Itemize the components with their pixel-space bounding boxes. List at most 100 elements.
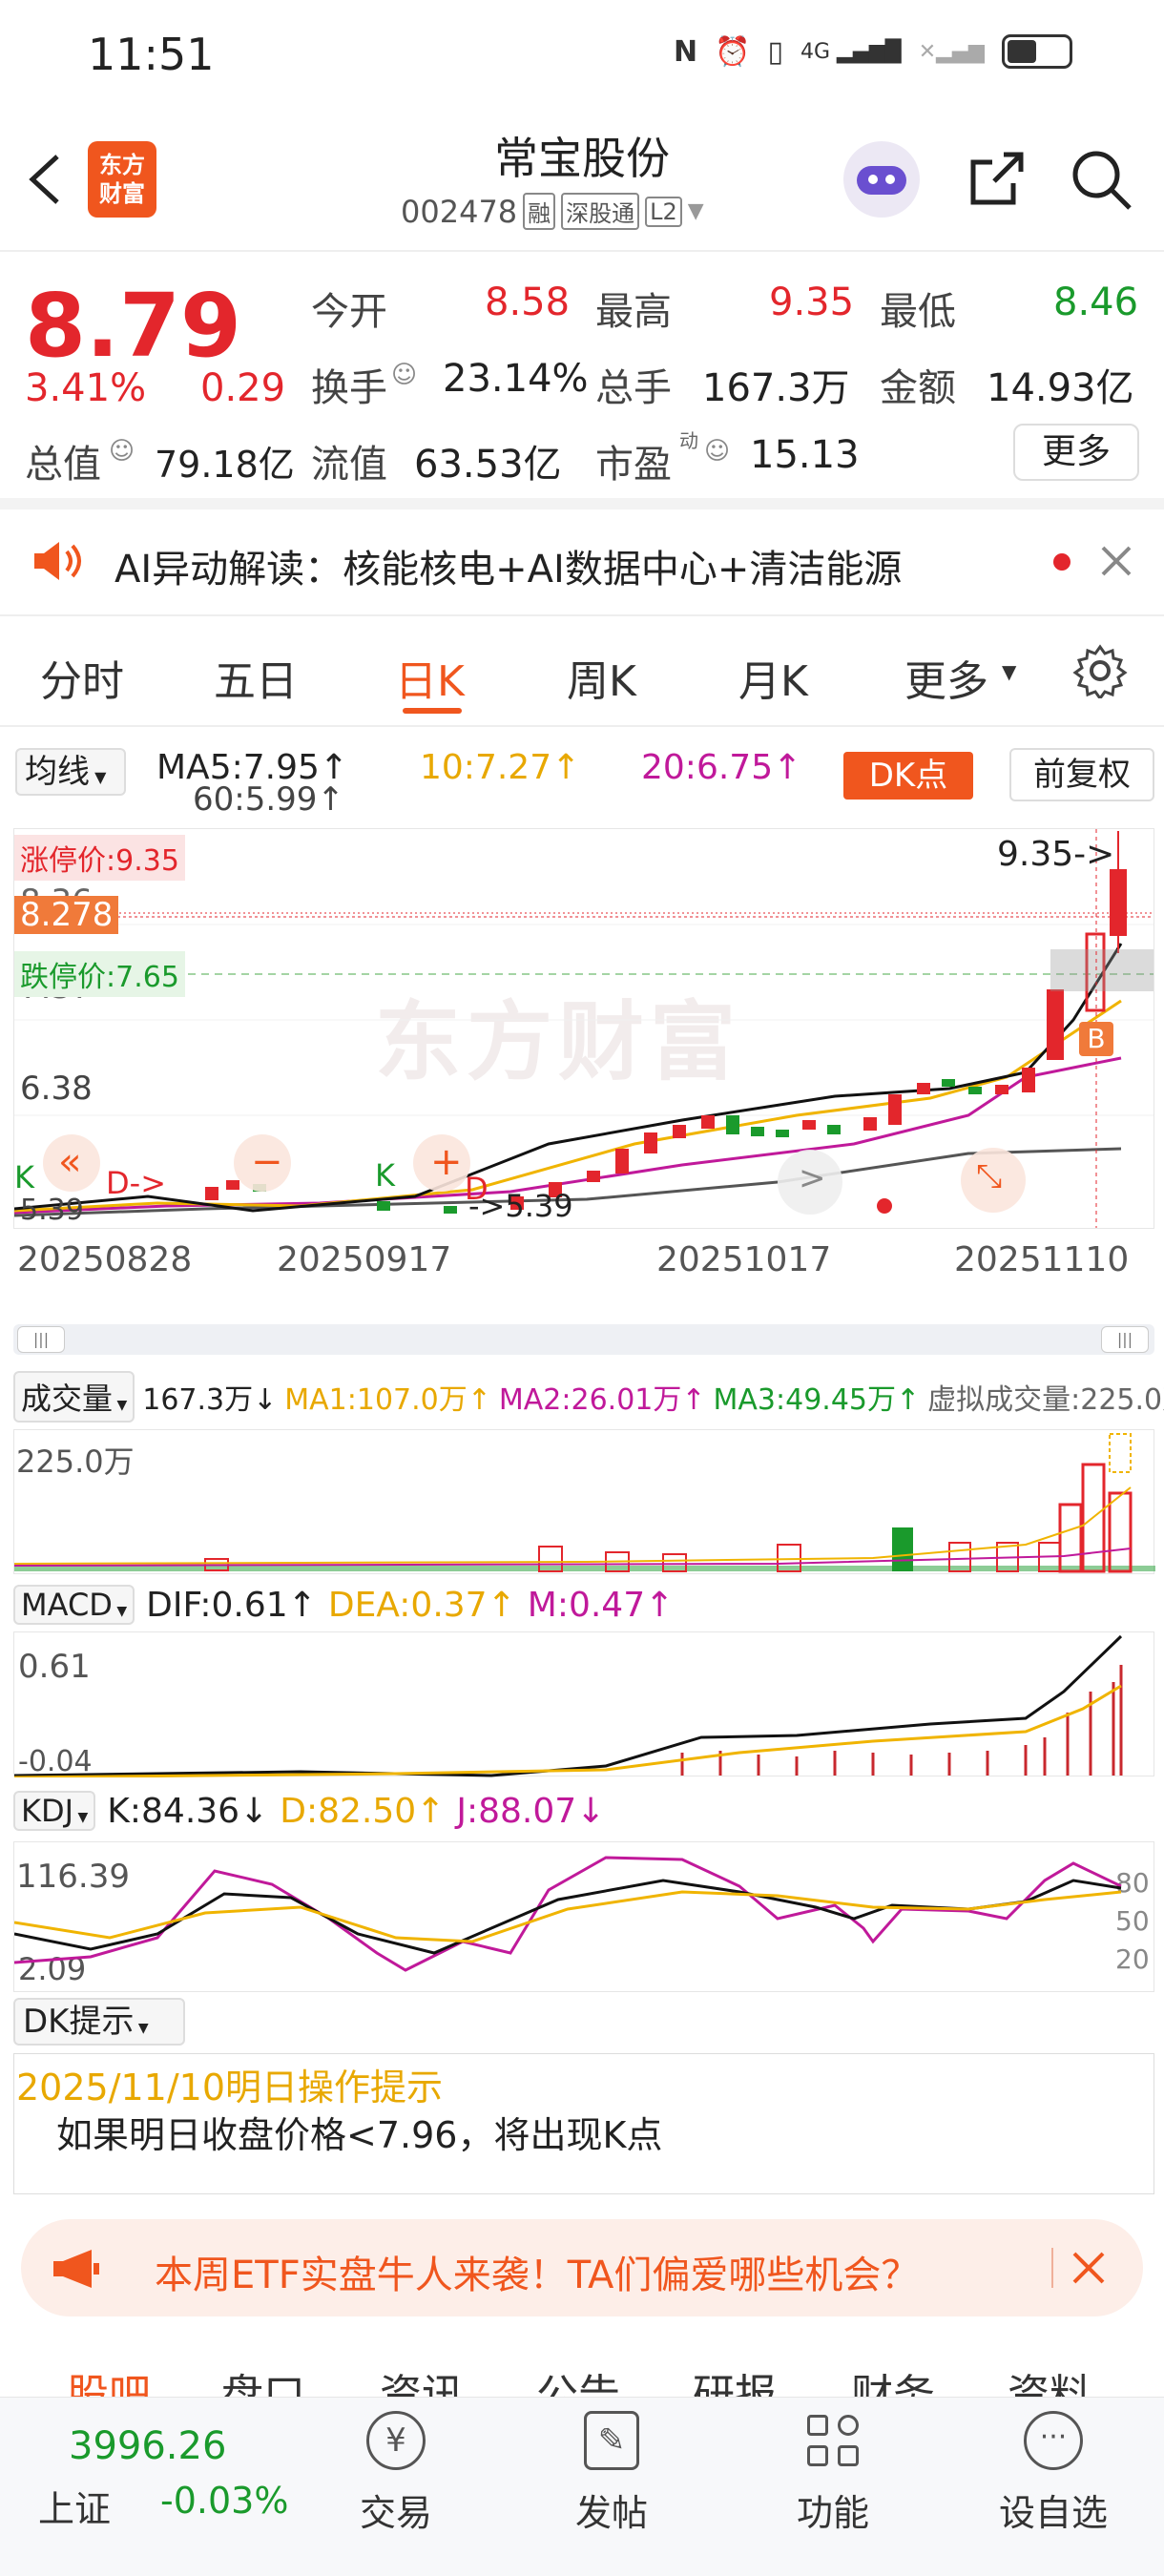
macd-dea: DEA:0.37↑ bbox=[327, 1585, 516, 1625]
collapse-left-icon[interactable]: « bbox=[58, 1140, 81, 1184]
tab-wuri[interactable]: 五日 bbox=[214, 647, 298, 708]
divider bbox=[0, 725, 1164, 727]
kdj-selector[interactable]: KDJ ▼ bbox=[13, 1791, 96, 1831]
kdj-svg bbox=[14, 1856, 1122, 1972]
volume-chart[interactable]: 225.0万 bbox=[13, 1429, 1155, 1574]
chevron-down-icon[interactable]: ▼ bbox=[688, 199, 704, 223]
status-icons: N ⏰ ▯ 4G ▂▄▆█ ✕▂▄▆ bbox=[674, 34, 1072, 69]
virtual-volume: 虚拟成交量:225.0万 bbox=[927, 1383, 1164, 1417]
info-icon[interactable]: ☺ bbox=[391, 361, 417, 389]
info-icon[interactable]: ☺ bbox=[704, 437, 730, 466]
arrow-right-icon[interactable]: > bbox=[799, 1159, 826, 1197]
nav-watchlist[interactable]: ··· 设自选 bbox=[987, 2411, 1120, 2554]
k-signal-2: K bbox=[375, 1157, 395, 1194]
scroll-handle-right[interactable]: ||| bbox=[1101, 1326, 1149, 1353]
yuan-circle-icon: ¥ bbox=[366, 2411, 426, 2470]
ai-banner[interactable]: AI异动解读：核能核电+AI数据中心+清洁能源 bbox=[0, 509, 1164, 613]
close-icon[interactable] bbox=[1099, 544, 1133, 582]
promo-text: 本周ETF实盘牛人来袭！TA们偏爱哪些机会？ bbox=[155, 2254, 920, 2297]
date-axis: 20250828 20250917 20251017 20251110 bbox=[13, 1231, 1154, 1307]
status-time: 11:51 bbox=[88, 29, 215, 80]
ma20-value: 20:6.75↑ bbox=[641, 748, 802, 787]
float-value: 63.53亿 bbox=[414, 443, 562, 487]
volume-selector[interactable]: 成交量 ▼ bbox=[13, 1371, 135, 1423]
subtab-pankou[interactable]: 盘口 bbox=[221, 2360, 305, 2397]
index-value[interactable]: 3996.26 bbox=[69, 2424, 226, 2468]
subtab-ziliao[interactable]: 资料 bbox=[1008, 2360, 1091, 2397]
subtab-guba[interactable]: 股吧 bbox=[67, 2360, 151, 2397]
amount-label: 金额 bbox=[880, 366, 956, 410]
dk-tips-body: 如果明日收盘价格<7.96，将出现K点 bbox=[56, 2114, 663, 2156]
volume-bars-svg bbox=[14, 1433, 1155, 1573]
settings-gear-icon[interactable] bbox=[1072, 643, 1128, 702]
share-icon[interactable] bbox=[966, 149, 1027, 214]
b-signal: B bbox=[1079, 1022, 1113, 1056]
subtab-gonggao[interactable]: 公告 bbox=[536, 2360, 620, 2397]
header: 东方 财富 常宝股份 002478 融 深股通 L2 ▼ bbox=[0, 114, 1164, 248]
ma-selector[interactable]: 均线 ▼ bbox=[15, 748, 126, 796]
tab-zhouk[interactable]: 周K bbox=[567, 647, 636, 708]
tab-active-underline bbox=[403, 708, 462, 714]
kdj-d: D:82.50↑ bbox=[280, 1791, 446, 1831]
change-value: 0.29 bbox=[200, 366, 286, 410]
kdj-j: J:88.07↓ bbox=[456, 1791, 606, 1831]
k-chart[interactable]: 东方财富 涨停价:9.35 8.278 跌停价:7.65 6.38 5.39 9… bbox=[13, 828, 1154, 1229]
tab-more[interactable]: 更多 bbox=[904, 647, 988, 708]
high-label: 最高 bbox=[595, 290, 672, 334]
kdj-header: KDJ ▼ K:84.36↓ D:82.50↑ J:88.07↓ bbox=[13, 1786, 1154, 1836]
k-signal-1: K bbox=[14, 1159, 34, 1195]
turnover-value: 23.14% bbox=[443, 357, 589, 401]
nav-trade[interactable]: ¥ 交易 bbox=[343, 2411, 448, 2554]
more-dots-icon: ··· bbox=[1024, 2411, 1083, 2470]
scroll-handle-left[interactable]: ||| bbox=[17, 1326, 65, 1353]
plus-icon[interactable]: + bbox=[430, 1140, 463, 1184]
macd-header: MACD ▼ DIF:0.61↑ DEA:0.37↑ M:0.47↑ bbox=[13, 1580, 1154, 1630]
robot-avatar[interactable] bbox=[843, 141, 920, 218]
chevron-down-icon: ▼ bbox=[1002, 660, 1017, 683]
period-tabs: 分时 五日 日K 周K 月K 更多 ▼ bbox=[0, 618, 1164, 723]
adjust-selector[interactable]: 前复权 bbox=[1009, 748, 1154, 801]
tab-fenshi[interactable]: 分时 bbox=[40, 647, 124, 708]
promo-banner[interactable]: 本周ETF实盘牛人来袭！TA们偏爱哪些机会？ bbox=[21, 2219, 1143, 2316]
subtab-zixun[interactable]: 资讯 bbox=[380, 2360, 464, 2397]
date-label: 20251017 bbox=[656, 1240, 832, 1279]
dk-tips-date: 2025/11/10明日操作提示 bbox=[16, 2067, 444, 2109]
divider bbox=[0, 250, 1164, 252]
volume-ma2: MA2:26.01万↑ bbox=[498, 1383, 706, 1417]
low-value: 8.46 bbox=[1053, 280, 1139, 324]
ai-banner-text: AI异动解读：核能核电+AI数据中心+清洁能源 bbox=[114, 548, 903, 592]
volume-ma3: MA3:49.45万↑ bbox=[713, 1383, 921, 1417]
dk-tips-selector[interactable]: DK提示 ▼ bbox=[13, 1998, 185, 2046]
nav-post[interactable]: ✎ 发帖 bbox=[559, 2411, 664, 2554]
promo-divider bbox=[1051, 2248, 1053, 2288]
open-value: 8.58 bbox=[485, 280, 571, 324]
macd-m: M:0.47↑ bbox=[527, 1585, 675, 1625]
expand-icon[interactable]: ⤡ bbox=[976, 1157, 1002, 1195]
mktcap-label: 总值 bbox=[25, 443, 101, 487]
macd-chart[interactable]: 0.61 -0.04 bbox=[13, 1631, 1154, 1778]
volume-label: 总手 bbox=[595, 366, 672, 410]
battery-icon bbox=[1001, 34, 1072, 69]
volume-header: 成交量 ▼ 167.3万↓ MA1:107.0万↑ MA2:26.01万↑ MA… bbox=[13, 1370, 1164, 1423]
divider bbox=[0, 614, 1164, 616]
info-icon[interactable]: ☺ bbox=[109, 437, 135, 466]
ma10-value: 10:7.27↑ bbox=[420, 748, 581, 787]
pe-value: 15.13 bbox=[750, 433, 860, 477]
signal-icon: 4G ▂▄▆█ bbox=[800, 39, 902, 64]
macd-selector[interactable]: MACD ▼ bbox=[13, 1585, 135, 1625]
kdj-chart[interactable]: 116.39 2.09 80 50 20 bbox=[13, 1841, 1154, 1992]
range-scrollbar[interactable]: ||| ||| bbox=[13, 1324, 1154, 1355]
dk-button[interactable]: DK点 bbox=[843, 752, 973, 800]
minus-icon[interactable]: − bbox=[251, 1140, 283, 1184]
close-icon[interactable] bbox=[1070, 2250, 1107, 2290]
turnover-label: 换手 bbox=[311, 366, 387, 410]
tab-rik[interactable]: 日K bbox=[395, 647, 465, 708]
subtab-yanbao[interactable]: 研报 bbox=[693, 2360, 777, 2397]
search-icon[interactable] bbox=[1069, 147, 1133, 216]
nav-function[interactable]: 功能 bbox=[780, 2411, 885, 2554]
d-signal-2: D bbox=[465, 1171, 488, 1207]
subtab-caiwu[interactable]: 财务 bbox=[851, 2360, 935, 2397]
divider bbox=[0, 498, 1164, 509]
more-button[interactable]: 更多 bbox=[1013, 424, 1139, 481]
tab-yuek[interactable]: 月K bbox=[738, 647, 808, 708]
